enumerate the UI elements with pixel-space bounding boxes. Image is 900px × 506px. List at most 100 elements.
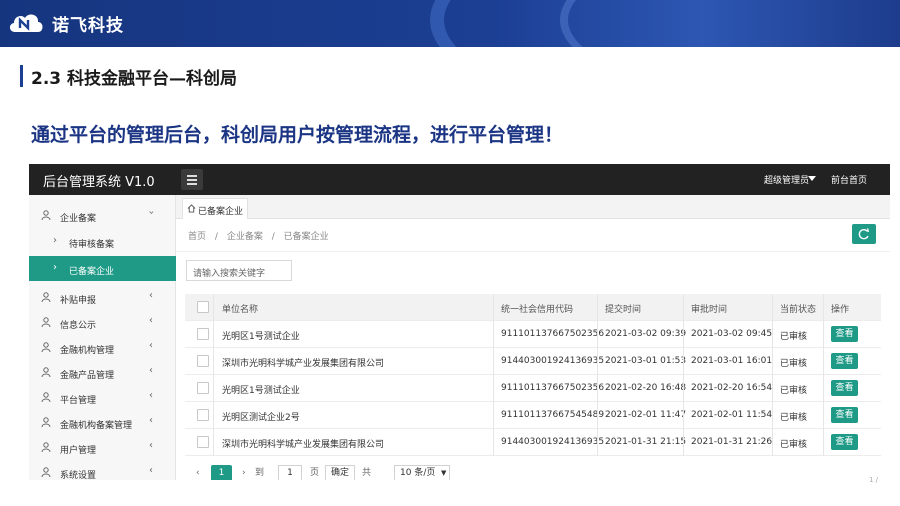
row-checkbox[interactable] [197,436,209,448]
sidebar-item-platform[interactable]: 平台管理 ‹ [29,385,176,410]
page-number-input[interactable]: 1 [278,465,302,480]
search-input[interactable]: 请输入搜索关键字 [186,260,292,281]
sidebar-item-settings[interactable]: 系统设置 ‹ [29,460,176,480]
submit-time: 2021-01-31 21:15 [605,437,687,447]
column-divider [213,321,214,348]
row-checkbox[interactable] [197,409,209,421]
status-text: 已审核 [780,332,808,342]
refresh-icon [858,228,870,240]
chevron-left-icon: ‹ [149,340,153,351]
menu-toggle-button[interactable] [181,169,203,190]
breadcrumb-current: 已备案企业 [283,232,329,242]
tab-filed-enterprises[interactable]: 已备案企业 [182,198,248,219]
frontpage-link[interactable]: 前台首页 [831,173,867,186]
sidebar-item-label: 平台管理 [60,396,97,406]
column-divider [772,402,773,429]
column-divider [683,429,684,456]
table-row: 深圳市光明科学城产业发展集团有限公司 914403001924136935 20… [185,429,881,456]
page-size-select[interactable]: 10 条/页 ▼ [394,465,450,480]
column-header: 单位名称 [222,305,259,315]
caret-down-icon[interactable] [808,176,816,181]
sidebar-item-disclosure[interactable]: 信息公示 ‹ [29,310,176,335]
sidebar: 企业备案 › › 待审核备案 › 已备案企业 补贴申报 ‹ 信息公示 ‹ 金融机… [29,195,176,480]
column-divider [823,294,824,321]
status-text: 已审核 [780,386,808,396]
user-icon [41,342,51,352]
sidebar-item-users[interactable]: 用户管理 ‹ [29,435,176,460]
table-row: 光明区1号测试企业 911101137667502356 2021-03-02 … [185,321,881,348]
row-checkbox[interactable] [197,382,209,394]
tab-label: 已备案企业 [198,207,244,217]
prev-page-button[interactable]: ‹ [196,465,200,480]
select-all-checkbox[interactable] [197,301,209,313]
total-count: 共 5 条 [362,468,372,478]
current-page[interactable]: 1 [211,465,232,480]
submit-time: 2021-02-20 16:48 [605,383,687,393]
submit-time: 2021-03-02 09:39 [605,329,687,339]
sidebar-item-products[interactable]: 金融产品管理 ‹ [29,360,176,385]
banner-decoration [560,0,900,47]
sidebar-item-subsidy[interactable]: 补贴申报 ‹ [29,285,176,310]
view-button[interactable]: 查看 [831,326,858,342]
view-button[interactable]: 查看 [831,407,858,423]
view-button[interactable]: 查看 [831,434,858,450]
admin-app-window: 后台管理系统 V1.0 超级管理员 前台首页 企业备案 › › 待审核备案 › … [29,164,890,480]
user-icon [41,367,51,377]
goto-label: 到第 [255,468,265,478]
view-button[interactable]: 查看 [831,353,858,369]
caret-down-icon: ▼ [441,469,447,477]
approval-time: 2021-03-01 16:01 [691,356,773,366]
row-checkbox[interactable] [197,328,209,340]
section-title: 2.3 科技金融平台—科创局 [31,69,238,89]
sidebar-item-filed[interactable]: › 已备案企业 [29,256,176,281]
column-divider [772,294,773,321]
column-divider [683,294,684,321]
confirm-button[interactable]: 确定 [325,465,355,480]
column-divider [213,429,214,456]
sidebar-item-institutions[interactable]: 金融机构管理 ‹ [29,335,176,360]
column-divider [823,348,824,375]
company-name: 深圳市光明科学城产业发展集团有限公司 [222,359,385,369]
sidebar-item-institution-filing[interactable]: 金融机构备案管理 ‹ [29,410,176,435]
sidebar-item-label: 补贴申报 [60,296,97,306]
column-divider [597,429,598,456]
sidebar-item-enterprise[interactable]: 企业备案 › [29,203,176,228]
credit-code: 914403001924136935 [501,437,605,447]
breadcrumb-enterprise[interactable]: 企业备案 [227,232,263,242]
sidebar-item-pending[interactable]: › 待审核备案 [29,229,176,254]
column-divider [683,348,684,375]
sidebar-item-label: 已备案企业 [69,267,115,277]
credit-code: 911101137667502356 [501,329,605,339]
page-size-value: 10 条/页 [400,468,436,478]
column-divider [493,375,494,402]
approval-time: 2021-01-31 21:26 [691,437,773,447]
column-divider [597,348,598,375]
column-divider [493,294,494,321]
column-divider [683,321,684,348]
company-name: 光明区1号测试企业 [222,386,300,396]
status-text: 已审核 [780,413,808,423]
column-header: 提交时间 [605,305,642,315]
column-header: 审批时间 [691,305,728,315]
user-icon [41,417,51,427]
credit-code: 911101137667502356 [501,383,605,393]
approval-time: 2021-03-02 09:45 [691,329,773,339]
refresh-button[interactable] [852,224,876,244]
column-divider [772,321,773,348]
submit-time: 2021-02-01 11:47 [605,410,687,420]
column-divider [823,402,824,429]
view-button[interactable]: 查看 [831,380,858,396]
company-name: 光明区1号测试企业 [222,332,300,342]
status-text: 已审核 [780,440,808,450]
column-divider [683,402,684,429]
column-divider [597,402,598,429]
column-divider [772,429,773,456]
chevron-right-icon: › [53,262,57,273]
column-divider [597,375,598,402]
breadcrumb-home[interactable]: 首页 [188,232,206,242]
next-page-button[interactable]: › [242,465,246,480]
chevron-left-icon: ‹ [149,290,153,301]
chevron-left-icon: ‹ [149,415,153,426]
row-checkbox[interactable] [197,355,209,367]
admin-user-menu[interactable]: 超级管理员 [764,173,809,186]
